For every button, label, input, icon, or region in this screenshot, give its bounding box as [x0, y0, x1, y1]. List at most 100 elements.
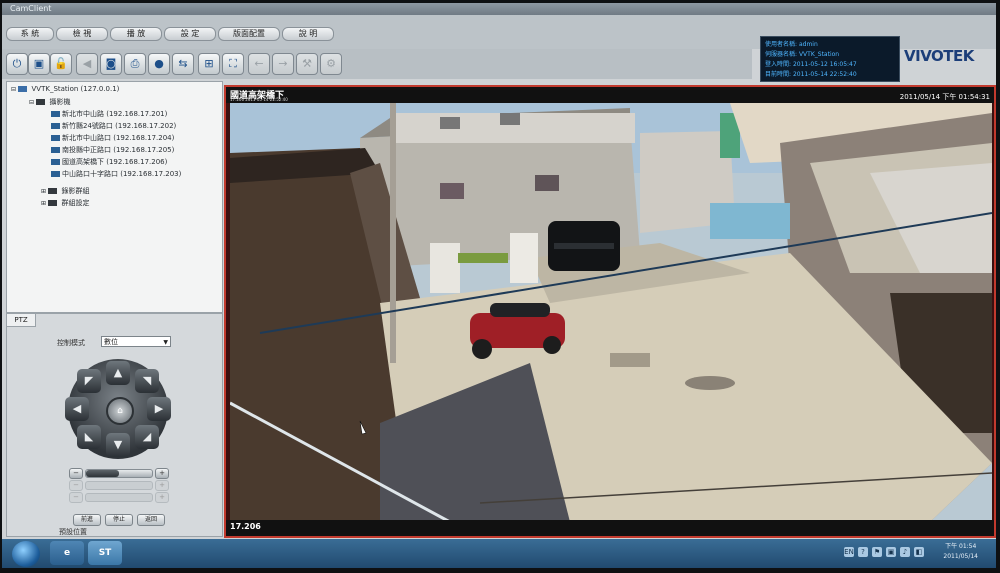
- iris-close-button[interactable]: −: [69, 492, 83, 503]
- pan-down-left-button[interactable]: ◣: [77, 425, 101, 449]
- stream-button[interactable]: ⇆: [172, 53, 194, 75]
- speaker-icon: ◀: [82, 57, 92, 70]
- chevron-down-icon: ▼: [163, 339, 168, 346]
- status-row-time: 目前時間: 2011-05-14 22:52:40: [765, 71, 857, 78]
- speaker-button[interactable]: ◀: [76, 53, 98, 75]
- expand-icon[interactable]: ⊟: [11, 86, 16, 93]
- tree-camera-item[interactable]: 國道高架橋下 (192.168.17.206): [51, 157, 167, 167]
- layout-button[interactable]: ▣: [28, 53, 50, 75]
- ie-taskbar-button[interactable]: e: [50, 541, 84, 565]
- tree-group-node[interactable]: ⊟ 攝影機: [29, 97, 71, 107]
- flag-icon[interactable]: ⚑: [872, 547, 882, 557]
- pan-down-right-button[interactable]: ◢: [135, 425, 159, 449]
- forward-button[interactable]: →: [272, 53, 294, 75]
- power-icon: ⏻: [12, 57, 22, 70]
- live-video[interactable]: [230, 103, 992, 522]
- camera-subtitle: 17.206 2011-05-14 22:52:40: [230, 97, 288, 102]
- print-button[interactable]: ⎙: [124, 53, 146, 75]
- menu-item-help[interactable]: 說 明: [282, 27, 334, 41]
- fullscreen-button[interactable]: ⛶: [222, 53, 244, 75]
- record-button[interactable]: ●: [148, 53, 170, 75]
- settings-icon: ⚙: [326, 57, 336, 70]
- focus-slider[interactable]: − +: [69, 480, 169, 491]
- start-button[interactable]: [12, 541, 40, 567]
- back-button[interactable]: ←: [248, 53, 270, 75]
- title-bar[interactable]: CamClient: [2, 3, 996, 15]
- tree-camera-item[interactable]: 新北市中山路口 (192.168.17.204): [51, 133, 174, 143]
- toolbar: ⏻ ▣ 🔓 ◀ ◙ ⎙ ● ⇆ ⊞ ⛶ ← → ⚒ ⚙: [2, 49, 752, 79]
- camera-icon: [51, 111, 60, 117]
- tab-ptz[interactable]: PTZ: [7, 314, 36, 327]
- lock-button[interactable]: 🔓: [50, 53, 72, 75]
- iris-open-button[interactable]: +: [155, 492, 169, 503]
- system-clock[interactable]: 下午 01:54 2011/05/14: [943, 542, 978, 562]
- pan-up-right-button[interactable]: ◥: [135, 369, 159, 393]
- home-button[interactable]: ⌂: [106, 397, 134, 425]
- tool-button[interactable]: ⚒: [296, 53, 318, 75]
- street-scene: [230, 103, 992, 522]
- focus-near-button[interactable]: −: [69, 480, 83, 491]
- folder-icon: [48, 200, 58, 206]
- menu-item-view[interactable]: 檢 視: [56, 27, 108, 41]
- pan-right-button[interactable]: ▶: [147, 397, 171, 421]
- volume-icon[interactable]: ♪: [900, 547, 910, 557]
- tree-camera-item[interactable]: 中山路口十字路口 (192.168.17.203): [51, 169, 181, 179]
- snapshot-button[interactable]: ◙: [100, 53, 122, 75]
- zoom-in-button[interactable]: +: [155, 468, 169, 479]
- vivotek-logo: VIVOTEK: [904, 47, 974, 65]
- zoom-out-button[interactable]: −: [69, 468, 83, 479]
- record-icon: ●: [154, 57, 164, 70]
- menu-item-playback[interactable]: 播 放: [110, 27, 162, 41]
- layout-icon: ▣: [33, 57, 45, 70]
- windows-taskbar: e ST EN? ⚑ ▣ ♪ ◧ 下午 01:54 2011/05/14: [2, 539, 996, 568]
- ptz-direction-pad: ▲ ▼ ◀ ▶ ◤ ◥ ◣ ◢ ⌂: [63, 359, 173, 459]
- pan-up-button[interactable]: ▲: [106, 361, 130, 385]
- iris-slider[interactable]: − +: [69, 492, 169, 503]
- help-icon[interactable]: ?: [858, 547, 868, 557]
- back-icon: ←: [254, 57, 264, 70]
- ptz-panel: PTZ 控制模式 數位 ▼ ▲ ▼ ◀ ▶ ◤ ◥ ◣ ◢ ⌂ − + − + −: [6, 313, 223, 537]
- pan-down-button[interactable]: ▼: [106, 433, 130, 457]
- camclient-app-taskbar-button[interactable]: ST: [88, 541, 122, 565]
- status-panel: 使用者名稱: admin 伺服器名稱: VVTK_Station 登入時間: 2…: [760, 36, 900, 82]
- folder-icon: [48, 188, 58, 194]
- pan-up-left-button[interactable]: ◤: [77, 369, 101, 393]
- tree-camera-item[interactable]: 新竹縣24號路口 (192.168.17.202): [51, 121, 176, 131]
- camera-id-label: 17.206: [230, 522, 261, 531]
- pan-left-button[interactable]: ◀: [65, 397, 89, 421]
- ptz-forward-button[interactable]: 前進: [73, 514, 101, 526]
- clock-date: 2011/05/14: [943, 553, 978, 560]
- video-footer: 17.206: [226, 520, 994, 536]
- tree-camera-item[interactable]: 新北市中山路 (192.168.17.201): [51, 109, 167, 119]
- camera-icon: [51, 159, 60, 165]
- desktop-screen: CamClient 系 統 檢 視 播 放 設 定 版面配置 說 明 ⏻ ▣ 🔓 ◀ ◙…: [2, 3, 996, 568]
- power-button[interactable]: ⏻: [6, 53, 28, 75]
- settings-button[interactable]: ⚙: [320, 53, 342, 75]
- camera-icon: [51, 135, 60, 141]
- zoom-slider[interactable]: − +: [69, 468, 169, 479]
- fullscreen-icon: ⛶: [229, 57, 237, 70]
- expand-icon[interactable]: ⊟: [29, 99, 34, 106]
- focus-far-button[interactable]: +: [155, 480, 169, 491]
- menu-item-layout[interactable]: 版面配置: [218, 27, 280, 41]
- expand-icon[interactable]: ⊞: [41, 188, 46, 195]
- language-icon[interactable]: EN: [844, 547, 854, 557]
- camera-icon: [51, 171, 60, 177]
- expand-icon[interactable]: ⊞: [41, 200, 46, 207]
- menu-item-system[interactable]: 系 統: [6, 27, 54, 41]
- ptz-stop-button[interactable]: 停止: [105, 514, 133, 526]
- ptz-return-button[interactable]: 返回: [137, 514, 165, 526]
- grid-button[interactable]: ⊞: [198, 53, 220, 75]
- tree-folder-record[interactable]: ⊞ 錄影群組: [41, 186, 90, 196]
- control-mode-select[interactable]: 數位 ▼: [101, 336, 171, 347]
- tree-camera-item[interactable]: 南投縣中正路口 (192.168.17.205): [51, 145, 174, 155]
- tree-server-node[interactable]: ⊟ VVTK_Station (127.0.0.1): [11, 85, 119, 93]
- tree-folder-group[interactable]: ⊞ 群組設定: [41, 198, 90, 208]
- status-row-server: 伺服器名稱: VVTK_Station: [765, 51, 840, 58]
- video-viewport[interactable]: 國道高架橋下 17.206 2011-05-14 22:52:40 2011/0…: [224, 85, 996, 538]
- status-row-user: 使用者名稱: admin: [765, 41, 818, 48]
- menu-item-settings[interactable]: 設 定: [164, 27, 216, 41]
- control-mode-label: 控制模式: [57, 339, 85, 347]
- network-icon[interactable]: ▣: [886, 547, 896, 557]
- display-icon[interactable]: ◧: [914, 547, 924, 557]
